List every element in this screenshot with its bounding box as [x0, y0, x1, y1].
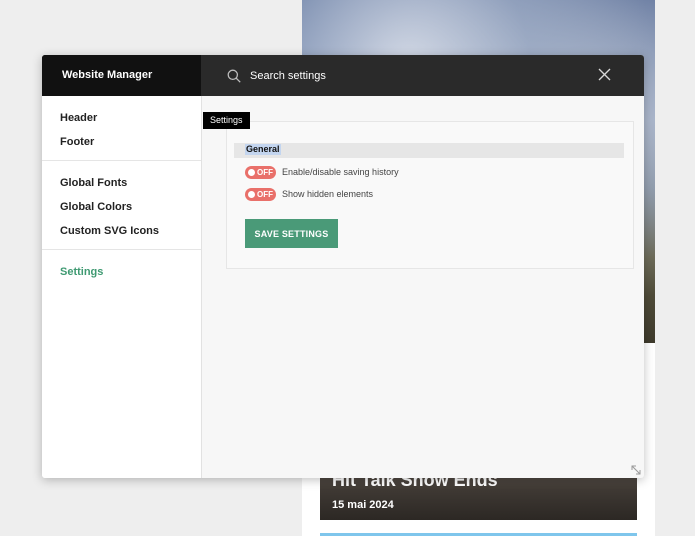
hidden-elements-toggle[interactable]: OFF [245, 188, 276, 201]
saving-history-toggle[interactable]: OFF [245, 166, 276, 179]
section-header-bar [234, 143, 624, 158]
sidebar-item-settings[interactable]: Settings [42, 260, 201, 284]
sidebar-group-settings: Settings [42, 250, 201, 290]
article-date: 15 mai 2024 [332, 499, 394, 511]
sidebar-item-custom-svg-icons[interactable]: Custom SVG Icons [42, 219, 201, 243]
option-label: Show hidden elements [282, 189, 374, 199]
sidebar-group-layout: Header Footer [42, 96, 201, 161]
option-row: OFF Enable/disable saving history [245, 166, 399, 179]
app-title: Website Manager [42, 55, 201, 96]
sidebar-group-global: Global Fonts Global Colors Custom SVG Ic… [42, 161, 201, 250]
search-icon [227, 69, 241, 83]
section-title: General [245, 144, 281, 155]
website-manager-modal: Website Manager Header Footer Global Fon… [42, 55, 644, 478]
save-settings-button[interactable]: SAVE SETTINGS [245, 219, 338, 248]
modal-header: Website Manager [42, 55, 644, 96]
option-row: OFF Show hidden elements [245, 188, 373, 201]
toggle-knob [248, 169, 255, 176]
option-label: Enable/disable saving history [282, 167, 399, 177]
close-icon[interactable] [598, 68, 611, 81]
toggle-state: OFF [257, 168, 273, 177]
sidebar-item-global-colors[interactable]: Global Colors [42, 195, 201, 219]
sidebar-item-header[interactable]: Header [42, 106, 201, 130]
search-input[interactable] [250, 65, 580, 87]
toggle-state: OFF [257, 190, 273, 199]
sidebar-item-footer[interactable]: Footer [42, 130, 201, 154]
resize-icon[interactable] [630, 464, 642, 476]
panel-title: Settings [203, 112, 250, 129]
sidebar-item-global-fonts[interactable]: Global Fonts [42, 171, 201, 195]
toggle-knob [248, 191, 255, 198]
sidebar: Header Footer Global Fonts Global Colors… [42, 96, 202, 478]
